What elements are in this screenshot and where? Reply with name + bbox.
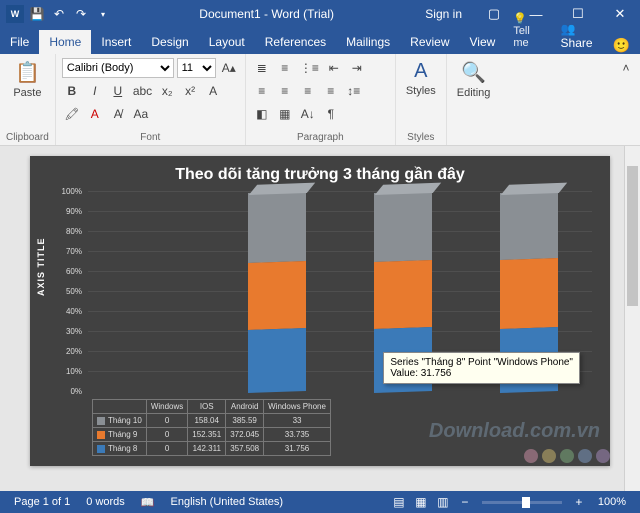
change-case-icon[interactable]: Aa [131,104,151,124]
group-label: Paragraph [252,130,389,143]
increase-indent-icon[interactable]: ⇥ [347,58,367,78]
zoom-in-button[interactable]: + [568,495,590,509]
bullets-icon[interactable]: ≣ [252,58,272,78]
status-page[interactable]: Page 1 of 1 [6,496,78,508]
status-proofing-icon[interactable]: 📖 [133,496,163,509]
chart-object[interactable]: Theo dõi tăng trưởng 3 tháng gần đây AXI… [30,156,610,466]
scrollbar-thumb[interactable] [627,166,638,306]
bar-windows [88,192,214,392]
highlight-icon[interactable]: 🖍 [62,104,82,124]
status-words[interactable]: 0 words [78,496,133,508]
bold-button[interactable]: B [62,81,82,101]
zoom-slider[interactable] [482,501,562,504]
styles-icon: A [414,60,427,83]
pager-dots [524,449,610,463]
qat-dropdown-icon[interactable]: ▾ [94,5,112,23]
show-marks-icon[interactable]: ¶ [321,104,341,124]
view-print-icon[interactable]: ▦ [410,495,432,509]
align-right-icon[interactable]: ≡ [298,81,318,101]
clear-format-icon[interactable]: A̸ [108,104,128,124]
tab-file[interactable]: File [0,30,39,54]
align-left-icon[interactable]: ≡ [252,81,272,101]
tab-references[interactable]: References [255,30,336,54]
view-web-icon[interactable]: ▥ [432,495,454,509]
table-row: Tháng 9 0 152.351 372.045 33.735 [93,428,331,442]
styles-button[interactable]: A Styles [402,58,440,99]
window-title: Document1 - Word (Trial) [118,7,415,21]
tab-insert[interactable]: Insert [91,30,141,54]
group-label: Font [62,130,239,143]
font-size-combo[interactable]: 11 [177,58,216,78]
signin-link[interactable]: Sign in [415,7,472,21]
ribbon: 📋 Paste Clipboard Calibri (Body) 11 A▴ B… [0,54,640,146]
italic-button[interactable]: I [85,81,105,101]
tab-layout[interactable]: Layout [199,30,255,54]
table-row: Windows IOS Android Windows Phone [93,400,331,414]
feedback-icon[interactable]: 🙂 [603,37,640,54]
superscript-button[interactable]: x² [180,81,200,101]
justify-icon[interactable]: ≡ [321,81,341,101]
save-icon[interactable]: 💾 [28,5,46,23]
line-spacing-icon[interactable]: ↕≡ [344,81,364,101]
group-font: Calibri (Body) 11 A▴ B I U abc x₂ x² A 🖍… [56,54,246,145]
chart-axis-title: AXIS TITLE [36,237,46,296]
group-label: Clipboard [6,130,49,143]
tab-home[interactable]: Home [39,30,91,54]
word-icon: W [6,5,24,23]
tab-mailings[interactable]: Mailings [336,30,400,54]
align-center-icon[interactable]: ≡ [275,81,295,101]
ribbon-tabs: File Home Insert Design Layout Reference… [0,28,640,54]
statusbar: Page 1 of 1 0 words 📖 English (United St… [0,491,640,513]
redo-icon[interactable]: ↷ [72,5,90,23]
sort-icon[interactable]: A↓ [298,104,318,124]
tab-design[interactable]: Design [141,30,198,54]
paste-icon: 📋 [15,60,40,85]
group-clipboard: 📋 Paste Clipboard [0,54,56,145]
tellme-field[interactable]: 💡 Tell me [505,7,550,54]
tab-view[interactable]: View [460,30,506,54]
status-language[interactable]: English (United States) [163,496,292,508]
editing-button[interactable]: 🔍 Editing [453,58,495,101]
subscript-button[interactable]: x₂ [157,81,177,101]
zoom-level[interactable]: 100% [590,496,634,508]
multilevel-icon[interactable]: ⋮≡ [298,58,321,78]
text-effects-icon[interactable]: A [203,81,223,101]
group-label: Styles [402,130,440,143]
bar-ios[interactable] [214,192,340,392]
paste-button[interactable]: 📋 Paste [6,58,49,101]
vertical-scrollbar[interactable] [624,146,640,491]
zoom-out-button[interactable]: − [454,495,476,509]
chart-tooltip: Series "Tháng 8" Point "Windows Phone" V… [383,352,580,384]
grow-font-icon[interactable]: A▴ [219,58,239,78]
font-color-icon[interactable]: A [85,104,105,124]
group-styles: A Styles Styles [396,54,447,145]
font-family-combo[interactable]: Calibri (Body) [62,58,174,78]
numbering-icon[interactable]: ≡ [275,58,295,78]
share-button[interactable]: 👥 Share [551,18,603,54]
underline-button[interactable]: U [108,81,128,101]
borders-icon[interactable]: ▦ [275,104,295,124]
view-read-icon[interactable]: ▤ [388,495,410,509]
group-paragraph: ≣ ≡ ⋮≡ ⇤ ⇥ ≡ ≡ ≡ ≡ ↕≡ ◧ ▦ A↓ ¶ Paragraph [246,54,396,145]
undo-icon[interactable]: ↶ [50,5,68,23]
tab-review[interactable]: Review [400,30,459,54]
find-icon: 🔍 [461,60,486,85]
strike-button[interactable]: abc [131,81,154,101]
document-area: Theo dõi tăng trưởng 3 tháng gần đây AXI… [0,146,640,491]
collapse-ribbon-icon[interactable]: ˄ [616,58,636,78]
close-button[interactable]: ✕ [600,0,640,28]
decrease-indent-icon[interactable]: ⇤ [324,58,344,78]
chart-data-table: Windows IOS Android Windows Phone Tháng … [92,399,331,456]
group-editing: 🔍 Editing [447,54,501,145]
table-row: Tháng 10 0 158.04 385.59 33 [93,414,331,428]
shading-icon[interactable]: ◧ [252,104,272,124]
table-row: Tháng 8 0 142.311 357.508 31.756 [93,442,331,456]
